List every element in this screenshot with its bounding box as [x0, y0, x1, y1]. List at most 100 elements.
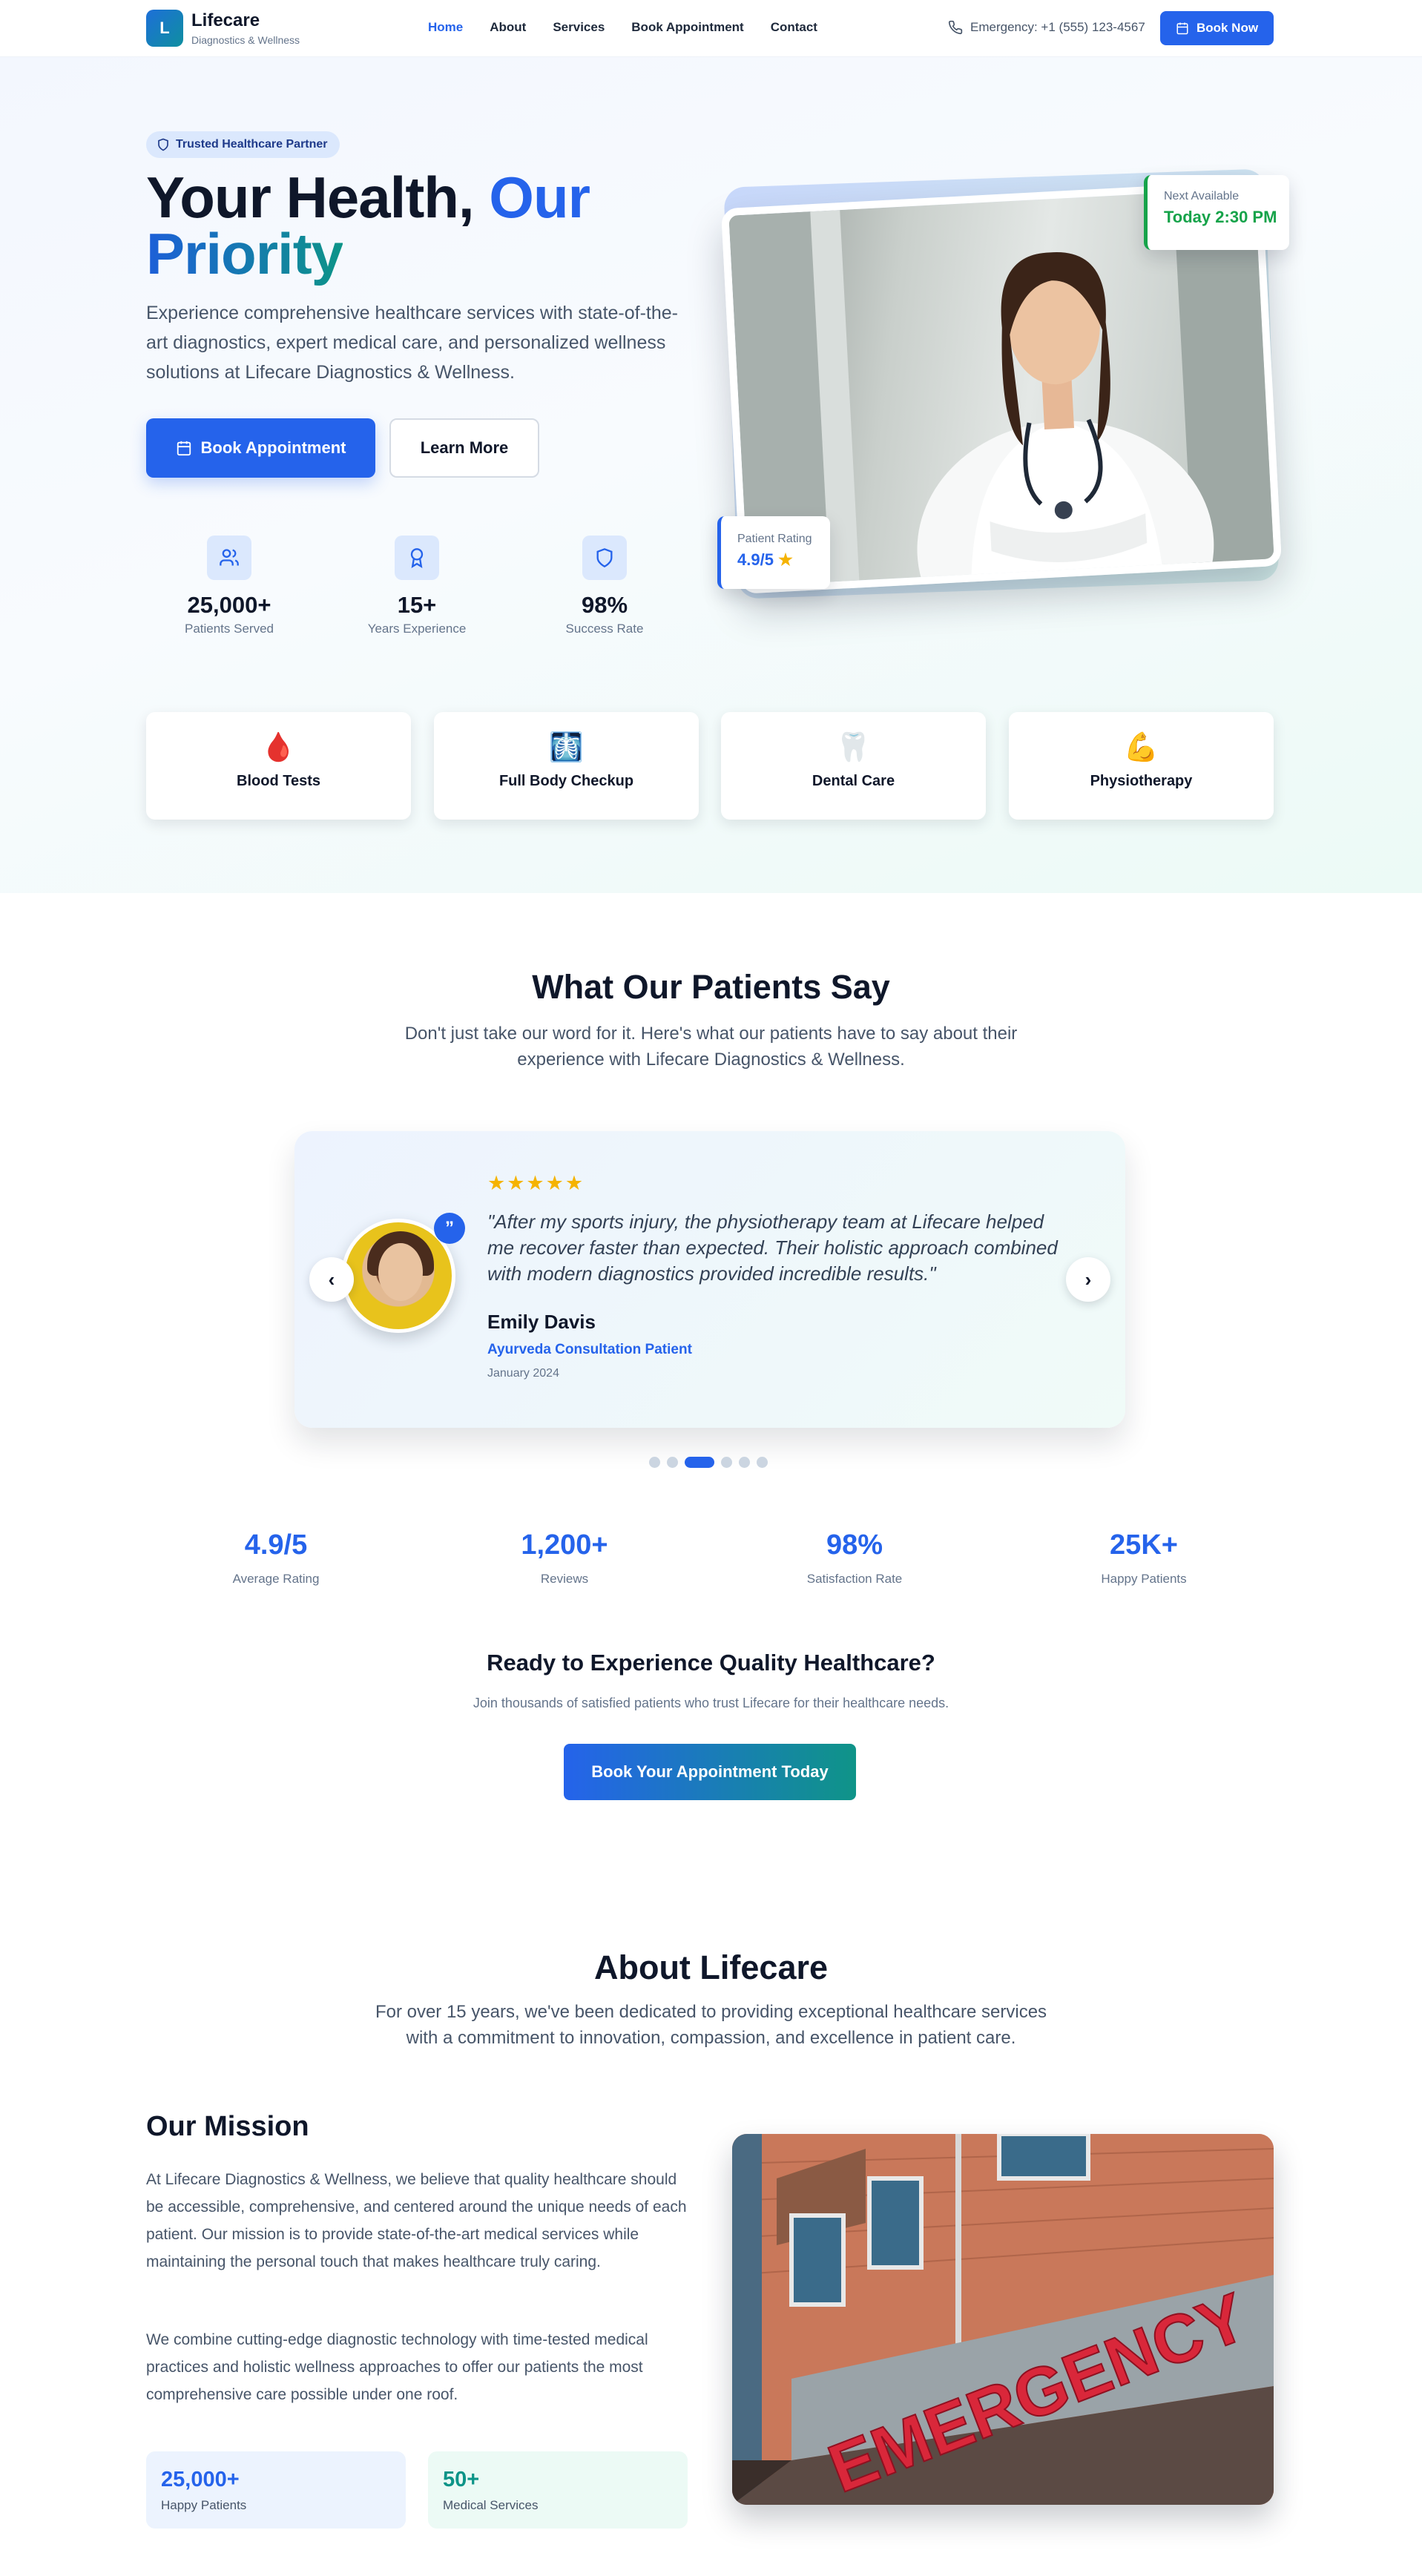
book-appointment-today-button[interactable]: Book Your Appointment Today: [564, 1744, 856, 1800]
chevron-right-icon[interactable]: ›: [1066, 1257, 1110, 1302]
next-available-label: Next Available: [1164, 190, 1240, 202]
carousel-dot[interactable]: [757, 1457, 768, 1468]
metric-satisfaction: 98% Satisfaction Rate: [751, 1529, 958, 1587]
service-card-blood-tests[interactable]: 🩸 Blood Tests: [146, 712, 411, 820]
top-navbar: L Lifecare Diagnostics & Wellness Home A…: [0, 0, 1422, 57]
trusted-badge: Trusted Healthcare Partner: [146, 131, 340, 158]
hero-description: Experience comprehensive healthcare serv…: [146, 303, 679, 383]
carousel-dots: [649, 1457, 768, 1468]
tooth-icon: 🦷: [835, 732, 872, 763]
testimonial-name: Emily Davis: [487, 1311, 596, 1333]
service-card-full-body-checkup[interactable]: 🩻 Full Body Checkup: [434, 712, 699, 820]
stat-value: 15+: [397, 592, 437, 618]
stat-label: Years Experience: [367, 622, 467, 636]
learn-more-button[interactable]: Learn More: [389, 418, 539, 478]
testimonials-title: What Our Patients Say: [532, 968, 890, 1006]
carousel-dot[interactable]: [649, 1457, 660, 1468]
brand-name[interactable]: Lifecare: [191, 10, 260, 31]
star-icon: ★: [778, 550, 793, 569]
stat-patients: 25,000+ Patients Served: [155, 536, 303, 636]
about-title: About Lifecare: [593, 1949, 829, 1986]
service-card-dental-care[interactable]: 🦷 Dental Care: [721, 712, 986, 820]
phone-icon: [948, 20, 963, 35]
carousel-dot[interactable]: [721, 1457, 732, 1468]
about-stat-value: 50+: [443, 2468, 480, 2491]
nav-link-book-appointment[interactable]: Book Appointment: [631, 20, 743, 35]
patient-rating-value: 4.9/5: [737, 550, 774, 569]
patient-rating-label: Patient Rating: [737, 533, 812, 545]
service-name: Blood Tests: [237, 773, 320, 789]
metric-reviews: 1,200+ Reviews: [461, 1529, 668, 1587]
mission-paragraph-1: At Lifecare Diagnostics & Wellness, we b…: [146, 2171, 687, 2270]
emergency-text: Emergency: +1 (555) 123-4567: [970, 20, 1145, 34]
metric-label: Happy Patients: [1101, 1572, 1187, 1586]
service-name: Full Body Checkup: [498, 773, 634, 789]
metric-label: Satisfaction Rate: [806, 1572, 903, 1586]
stat-value: 98%: [581, 592, 628, 618]
shield-icon: [158, 138, 168, 151]
about-stat-patients: 25,000+ Happy Patients: [146, 2451, 406, 2529]
users-icon: [207, 536, 251, 580]
mission-title: Our Mission: [146, 2111, 309, 2142]
carousel-dot-active[interactable]: [685, 1457, 714, 1468]
hero-title-part3: Priority: [146, 221, 343, 286]
rating-stars: ★★★★★: [487, 1172, 585, 1194]
hero-title: Your Health, Our Priority: [146, 168, 590, 283]
calendar-icon: [1176, 22, 1188, 35]
stat-value: 25,000+: [187, 592, 271, 618]
metric-value: 1,200+: [521, 1529, 608, 1561]
carousel-dot[interactable]: [667, 1457, 678, 1468]
stat-label: Success Rate: [565, 622, 644, 636]
xray-icon: 🩻: [548, 732, 585, 763]
hero-title-part2: Our: [489, 165, 590, 230]
about-stat-services: 50+ Medical Services: [428, 2451, 688, 2529]
about-stat-value: 25,000+: [161, 2468, 240, 2491]
emergency-contact[interactable]: Emergency: +1 (555) 123-4567: [948, 20, 1145, 35]
book-appointment-label: Book Appointment: [200, 438, 346, 457]
hero-title-part1: Your Health,: [146, 165, 475, 230]
testimonials-subtitle: Don't just take our word for it. Here's …: [404, 1024, 1018, 1070]
shield-icon: [582, 536, 627, 580]
badge-text: Trusted Healthcare Partner: [176, 138, 328, 151]
about-stat-label: Medical Services: [443, 2498, 539, 2512]
testimonial-role: Ayurveda Consultation Patient: [487, 1342, 692, 1357]
stat-label: Patients Served: [184, 622, 274, 636]
nav-link-home[interactable]: Home: [428, 20, 463, 35]
metric-value: 4.9/5: [244, 1529, 308, 1561]
calendar-icon: [177, 441, 191, 456]
nav-link-about[interactable]: About: [490, 20, 526, 35]
next-available-value: Today 2:30 PM: [1164, 208, 1277, 226]
brand-subtitle: Diagnostics & Wellness: [191, 34, 300, 46]
chevron-left-icon[interactable]: ‹: [309, 1257, 354, 1302]
service-name: Physiotherapy: [1090, 773, 1193, 789]
metric-value: 98%: [826, 1529, 883, 1561]
cta-title: Ready to Experience Quality Healthcare?: [487, 1650, 935, 1676]
nav-link-contact[interactable]: Contact: [771, 20, 817, 35]
book-now-label: Book Now: [1196, 21, 1259, 35]
metric-label: Average Rating: [232, 1572, 320, 1586]
patient-rating-card: Patient Rating 4.9/5 ★: [717, 516, 830, 589]
nav-links: Home About Services Book Appointment Con…: [428, 20, 844, 35]
book-appointment-button[interactable]: Book Appointment: [146, 418, 375, 478]
mission-paragraph-2: We combine cutting-edge diagnostic techn…: [146, 2331, 648, 2403]
quote-icon: ”: [434, 1213, 465, 1244]
building-illustration: EMERGENCY: [732, 2134, 1274, 2505]
blood-drop-icon: 🩸: [260, 732, 297, 763]
testimonial-date: January 2024: [487, 1367, 559, 1380]
cta-subtitle: Join thousands of satisfied patients who…: [473, 1696, 949, 1710]
testimonial-quote: "After my sports injury, the physiothera…: [487, 1210, 1058, 1285]
muscle-icon: 💪: [1123, 732, 1159, 763]
nav-link-services[interactable]: Services: [553, 20, 605, 35]
next-available-card: Next Available Today 2:30 PM: [1144, 175, 1289, 250]
metric-value: 25K+: [1110, 1529, 1178, 1561]
logo-icon[interactable]: L: [146, 10, 183, 47]
about-subtitle: For over 15 years, we've been dedicated …: [375, 2002, 1047, 2048]
metric-happy-patients: 25K+ Happy Patients: [1040, 1529, 1248, 1587]
about-stat-label: Happy Patients: [161, 2498, 247, 2512]
stat-success: 98% Success Rate: [530, 536, 679, 636]
carousel-dot[interactable]: [739, 1457, 750, 1468]
metric-average-rating: 4.9/5 Average Rating: [172, 1529, 380, 1587]
book-now-button[interactable]: Book Now: [1160, 11, 1274, 45]
hospital-building-image: EMERGENCY: [732, 2134, 1274, 2505]
service-card-physiotherapy[interactable]: 💪 Physiotherapy: [1009, 712, 1274, 820]
